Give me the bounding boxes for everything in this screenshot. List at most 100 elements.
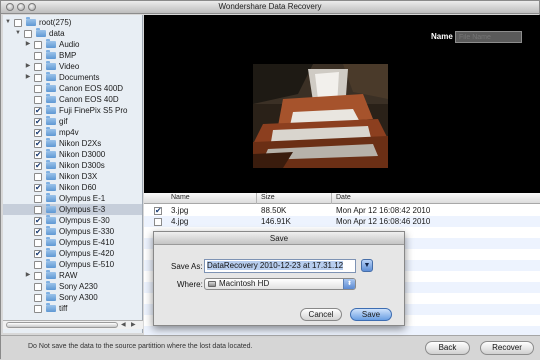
- tree-item-checkbox[interactable]: [34, 105, 42, 116]
- tree-item-checkbox[interactable]: [34, 294, 42, 302]
- tree-item-checkbox[interactable]: [34, 248, 42, 259]
- scroll-right-arrow-icon[interactable]: ▶: [131, 321, 136, 328]
- folder-icon: [46, 127, 56, 136]
- tree-item[interactable]: ▼ root(275): [3, 17, 142, 28]
- tree-item-checkbox[interactable]: [34, 138, 42, 149]
- tree-item[interactable]: Sony A300: [3, 292, 142, 303]
- tree-item[interactable]: Nikon D300s: [3, 160, 142, 171]
- row-checkbox[interactable]: [154, 205, 162, 216]
- save-button[interactable]: Save: [350, 308, 392, 321]
- tree-item-checkbox[interactable]: [34, 74, 42, 82]
- tree-item[interactable]: ▶ Audio: [3, 39, 142, 50]
- tree-item-checkbox[interactable]: [34, 226, 42, 237]
- tree-item-checkbox[interactable]: [34, 127, 42, 138]
- tree-item-label: Nikon D3000: [59, 150, 106, 159]
- tree-item[interactable]: Canon EOS 40D: [3, 94, 142, 105]
- tree-item-label: Audio: [59, 40, 80, 49]
- tree-item-checkbox[interactable]: [34, 195, 42, 203]
- disclosure-open-icon[interactable]: ▼: [5, 17, 11, 28]
- cell-date: Mon Apr 12 16:08:46 2010: [336, 217, 431, 226]
- tree-item[interactable]: Nikon D3X: [3, 171, 142, 182]
- tree-item-checkbox[interactable]: [34, 272, 42, 280]
- tree-item[interactable]: mp4v: [3, 127, 142, 138]
- tree-item-checkbox[interactable]: [34, 239, 42, 247]
- tree-item[interactable]: BMP: [3, 50, 142, 61]
- folder-icon: [46, 248, 56, 257]
- folder-icon: [46, 83, 56, 92]
- tree-item-label: tiff: [59, 304, 68, 313]
- expand-dialog-button[interactable]: ▼: [361, 259, 373, 272]
- tree-item[interactable]: Olympus E-330: [3, 226, 142, 237]
- tree-item-checkbox[interactable]: [34, 261, 42, 269]
- tree-item[interactable]: Olympus E-3: [3, 204, 142, 215]
- save-as-input[interactable]: DataRecovery 2010-12-23 at 17.31.12: [204, 259, 356, 273]
- tree-item-checkbox[interactable]: [34, 85, 42, 93]
- tree-item[interactable]: Nikon D2Xs: [3, 138, 142, 149]
- disclosure-closed-icon[interactable]: ▶: [25, 39, 31, 50]
- preview-image: [253, 64, 388, 168]
- tree-item-label: Nikon D60: [59, 183, 97, 192]
- row-checkbox[interactable]: [154, 218, 162, 226]
- folder-tree[interactable]: ▼ root(275) ▼ data ▶ Audio BMP ▶ Video ▶ Documents…: [3, 15, 143, 333]
- tree-item-checkbox[interactable]: [24, 30, 32, 38]
- tree-item-checkbox[interactable]: [34, 52, 42, 60]
- tree-item-label: Olympus E-410: [59, 238, 115, 247]
- tree-item-checkbox[interactable]: [34, 41, 42, 49]
- disclosure-closed-icon[interactable]: ▶: [25, 72, 31, 83]
- table-row[interactable]: 4.jpg 146.91K Mon Apr 12 16:08:46 2010: [144, 216, 540, 227]
- where-select[interactable]: Macintosh HD ⬍: [204, 278, 356, 290]
- cancel-button[interactable]: Cancel: [300, 308, 342, 321]
- tree-item-checkbox[interactable]: [34, 173, 42, 181]
- tree-item[interactable]: ▶ Video: [3, 61, 142, 72]
- tree-item-checkbox[interactable]: [34, 149, 42, 160]
- tree-item-label: Canon EOS 40D: [59, 95, 119, 104]
- recover-button[interactable]: Recover: [480, 341, 534, 355]
- column-header-date[interactable]: Date: [336, 194, 351, 201]
- tree-item[interactable]: Olympus E-30: [3, 215, 142, 226]
- back-button[interactable]: Back: [425, 341, 470, 355]
- tree-item[interactable]: ▼ data: [3, 28, 142, 39]
- file-name-filter-input[interactable]: [455, 31, 522, 43]
- column-header-size[interactable]: Size: [261, 194, 275, 201]
- folder-icon: [46, 204, 56, 213]
- tree-item[interactable]: Canon EOS 400D: [3, 83, 142, 94]
- tree-item[interactable]: ▶ RAW: [3, 270, 142, 281]
- tree-item[interactable]: Fuji FinePix S5 Pro: [3, 105, 142, 116]
- column-header-name[interactable]: Name: [171, 194, 190, 201]
- tree-item-checkbox[interactable]: [34, 160, 42, 171]
- tree-item-label: Canon EOS 400D: [59, 84, 124, 93]
- tree-item-label: RAW: [59, 271, 78, 280]
- table-row[interactable]: 3.jpg 88.50K Mon Apr 12 16:08:42 2010: [144, 205, 540, 216]
- disclosure-open-icon[interactable]: ▼: [15, 28, 21, 39]
- tree-item-checkbox[interactable]: [34, 305, 42, 313]
- tree-item[interactable]: Olympus E-510: [3, 259, 142, 270]
- tree-item-checkbox[interactable]: [34, 215, 42, 226]
- tree-item-checkbox[interactable]: [34, 116, 42, 127]
- tree-item[interactable]: Olympus E-420: [3, 248, 142, 259]
- tree-item[interactable]: Nikon D3000: [3, 149, 142, 160]
- tree-item-checkbox[interactable]: [34, 63, 42, 71]
- tree-item-checkbox[interactable]: [34, 283, 42, 291]
- tree-item-label: Sony A300: [59, 293, 98, 302]
- tree-item[interactable]: tiff: [3, 303, 142, 314]
- bottom-bar: Do Not save the data to the source parti…: [1, 335, 540, 360]
- save-warning-text: Do Not save the data to the source parti…: [28, 343, 253, 350]
- tree-item-label: Video: [59, 62, 80, 71]
- scroll-left-arrow-icon[interactable]: ◀: [121, 321, 126, 328]
- scrollbar-thumb[interactable]: [6, 322, 118, 328]
- tree-item-checkbox[interactable]: [34, 182, 42, 193]
- tree-item-checkbox[interactable]: [14, 19, 22, 27]
- tree-item[interactable]: gif: [3, 116, 142, 127]
- disclosure-closed-icon[interactable]: ▶: [25, 61, 31, 72]
- tree-item-label: Olympus E-30: [59, 216, 110, 225]
- tree-item-checkbox[interactable]: [34, 206, 42, 214]
- tree-horizontal-scrollbar[interactable]: ◀ ▶: [3, 320, 143, 329]
- disclosure-closed-icon[interactable]: ▶: [25, 270, 31, 281]
- tree-item-checkbox[interactable]: [34, 96, 42, 104]
- tree-item[interactable]: ▶ Documents: [3, 72, 142, 83]
- tree-item[interactable]: Olympus E-410: [3, 237, 142, 248]
- tree-item[interactable]: Nikon D60: [3, 182, 142, 193]
- title-bar[interactable]: Wondershare Data Recovery: [1, 1, 539, 14]
- tree-item[interactable]: Olympus E-1: [3, 193, 142, 204]
- tree-item[interactable]: Sony A230: [3, 281, 142, 292]
